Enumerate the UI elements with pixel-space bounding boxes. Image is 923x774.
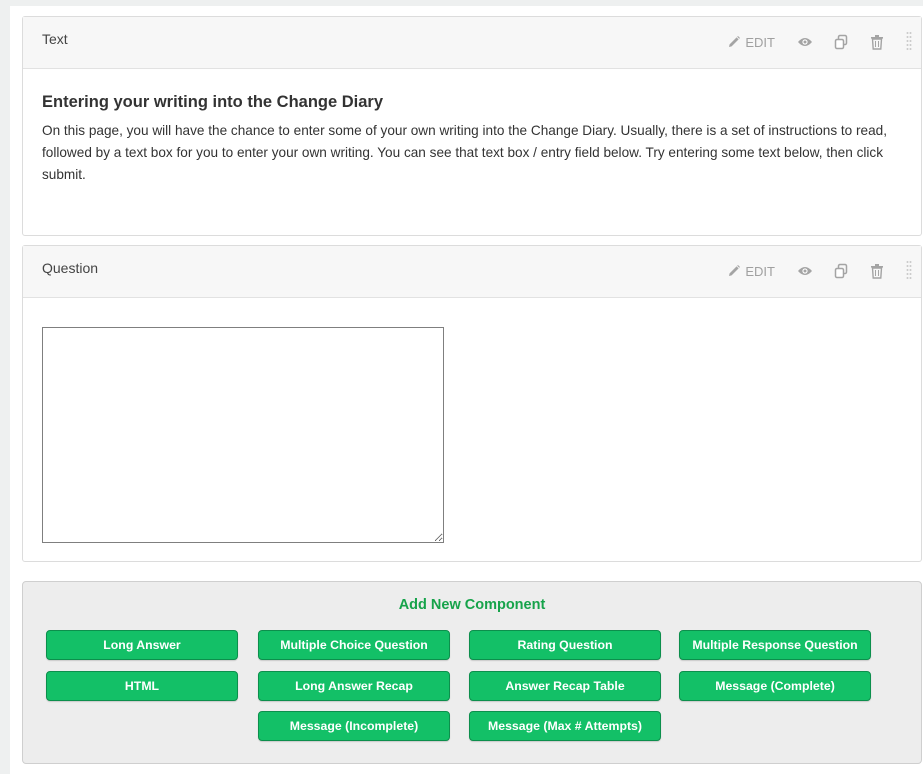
drag-handle-icon[interactable] <box>905 31 913 53</box>
message-complete-button[interactable]: Message (Complete) <box>679 671 871 701</box>
question-panel-header: Question EDIT <box>23 246 921 298</box>
panel-title: Question <box>42 260 99 276</box>
eye-icon[interactable] <box>797 34 813 50</box>
edit-label: EDIT <box>745 263 775 279</box>
edit-label: EDIT <box>745 34 775 50</box>
edit-button[interactable]: EDIT <box>727 264 775 279</box>
pencil-icon <box>729 265 741 276</box>
multiple-choice-question-button[interactable]: Multiple Choice Question <box>258 630 450 660</box>
eye-icon[interactable] <box>797 263 813 279</box>
trash-icon[interactable] <box>869 263 885 279</box>
duplicate-icon[interactable] <box>833 263 849 279</box>
pencil-icon <box>729 36 741 47</box>
text-component-panel: Text EDIT Entering your writing into the… <box>22 16 922 236</box>
multiple-response-question-button[interactable]: Multiple Response Question <box>679 630 871 660</box>
add-component-panel: Add New Component Long Answer Multiple C… <box>22 581 922 764</box>
duplicate-icon[interactable] <box>833 34 849 50</box>
message-incomplete-button[interactable]: Message (Incomplete) <box>258 711 450 741</box>
rating-question-button[interactable]: Rating Question <box>469 630 661 660</box>
html-button[interactable]: HTML <box>46 671 238 701</box>
long-answer-recap-button[interactable]: Long Answer Recap <box>258 671 450 701</box>
panel-actions: EDIT <box>727 260 913 282</box>
drag-handle-icon[interactable] <box>905 260 913 282</box>
add-component-title: Add New Component <box>398 597 546 613</box>
edit-button[interactable]: EDIT <box>727 35 775 50</box>
trash-icon[interactable] <box>869 34 885 50</box>
long-answer-button[interactable]: Long Answer <box>46 630 238 660</box>
text-heading: Entering your writing into the Change Di… <box>42 93 384 111</box>
answer-textarea[interactable] <box>42 327 444 543</box>
question-component-panel: Question EDIT <box>22 245 922 562</box>
message-max-attempts-button[interactable]: Message (Max # Attempts) <box>469 711 661 741</box>
page: Text EDIT Entering your writing into the… <box>10 6 923 774</box>
text-panel-header: Text EDIT <box>23 17 921 69</box>
answer-recap-table-button[interactable]: Answer Recap Table <box>469 671 661 701</box>
text-body: Entering your writing into the Change Di… <box>23 69 921 186</box>
panel-actions: EDIT <box>727 31 913 53</box>
panel-title: Text <box>42 31 68 47</box>
text-paragraph: On this page, you will have the chance t… <box>42 123 888 182</box>
